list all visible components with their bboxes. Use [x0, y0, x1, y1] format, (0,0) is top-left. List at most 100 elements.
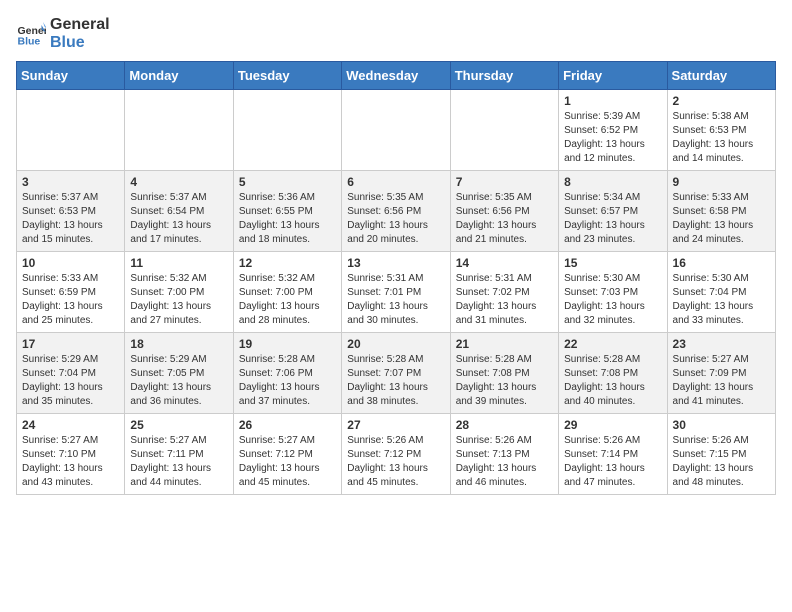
- calendar-day-cell: 11 Sunrise: 5:32 AM Sunset: 7:00 PM Dayli…: [125, 252, 233, 333]
- day-number: 20: [347, 337, 444, 351]
- day-info: Sunrise: 5:30 AM Sunset: 7:04 PM Dayligh…: [673, 272, 770, 328]
- weekday-header-cell: Friday: [559, 62, 667, 90]
- day-number: 2: [673, 94, 770, 108]
- logo-icon: General Blue: [16, 19, 46, 49]
- day-number: 30: [673, 418, 770, 432]
- calendar-day-cell: 5Sunrise: 5:36 AM Sunset: 6:55 PM Daylig…: [233, 171, 341, 252]
- calendar-week-row: 24 Sunrise: 5:27 AM Sunset: 7:10 PM Dayli…: [17, 414, 776, 495]
- calendar-day-cell: 23 Sunrise: 5:27 AM Sunset: 7:09 PM Dayli…: [667, 333, 775, 414]
- calendar-day-cell: 28Sunrise: 5:26 AM Sunset: 7:13 PM Dayli…: [450, 414, 558, 495]
- day-number: 17: [22, 337, 119, 351]
- day-info: Sunrise: 5:33 AM Sunset: 6:58 PM Dayligh…: [673, 191, 770, 247]
- calendar-day-cell: [233, 90, 341, 171]
- calendar-day-cell: 2 Sunrise: 5:38 AM Sunset: 6:53 PM Daylig…: [667, 90, 775, 171]
- calendar-day-cell: 22 Sunrise: 5:28 AM Sunset: 7:08 PM Dayli…: [559, 333, 667, 414]
- logo-general-text: General: [50, 16, 110, 34]
- day-info: Sunrise: 5:34 AM Sunset: 6:57 PM Dayligh…: [564, 191, 661, 247]
- day-info: Sunrise: 5:35 AM Sunset: 6:56 PM Dayligh…: [347, 191, 444, 247]
- day-number: 1: [564, 94, 661, 108]
- calendar-day-cell: 3 Sunrise: 5:37 AM Sunset: 6:53 PM Daylig…: [17, 171, 125, 252]
- svg-text:Blue: Blue: [18, 35, 41, 47]
- day-info: Sunrise: 5:26 AM Sunset: 7:15 PM Dayligh…: [673, 434, 770, 490]
- day-info: Sunrise: 5:31 AM Sunset: 7:01 PM Dayligh…: [347, 272, 444, 328]
- calendar-day-cell: 9Sunrise: 5:33 AM Sunset: 6:58 PM Daylig…: [667, 171, 775, 252]
- calendar-day-cell: 25Sunrise: 5:27 AM Sunset: 7:11 PM Dayli…: [125, 414, 233, 495]
- day-number: 3: [22, 175, 119, 189]
- day-number: 19: [239, 337, 336, 351]
- weekday-header-cell: Monday: [125, 62, 233, 90]
- day-info: Sunrise: 5:28 AM Sunset: 7:07 PM Dayligh…: [347, 353, 444, 409]
- calendar-day-cell: 7 Sunrise: 5:35 AM Sunset: 6:56 PM Daylig…: [450, 171, 558, 252]
- calendar-day-cell: 19 Sunrise: 5:28 AM Sunset: 7:06 PM Dayli…: [233, 333, 341, 414]
- calendar-week-row: 10 Sunrise: 5:33 AM Sunset: 6:59 PM Dayli…: [17, 252, 776, 333]
- calendar-day-cell: 29 Sunrise: 5:26 AM Sunset: 7:14 PM Dayli…: [559, 414, 667, 495]
- calendar-day-cell: 12Sunrise: 5:32 AM Sunset: 7:00 PM Dayli…: [233, 252, 341, 333]
- day-number: 27: [347, 418, 444, 432]
- day-info: Sunrise: 5:31 AM Sunset: 7:02 PM Dayligh…: [456, 272, 553, 328]
- day-number: 23: [673, 337, 770, 351]
- day-info: Sunrise: 5:27 AM Sunset: 7:12 PM Dayligh…: [239, 434, 336, 490]
- day-info: Sunrise: 5:32 AM Sunset: 7:00 PM Dayligh…: [130, 272, 227, 328]
- day-info: Sunrise: 5:36 AM Sunset: 6:55 PM Dayligh…: [239, 191, 336, 247]
- calendar-day-cell: 13Sunrise: 5:31 AM Sunset: 7:01 PM Dayli…: [342, 252, 450, 333]
- logo-blue-text: Blue: [50, 34, 110, 52]
- day-info: Sunrise: 5:28 AM Sunset: 7:08 PM Dayligh…: [456, 353, 553, 409]
- day-number: 10: [22, 256, 119, 270]
- calendar-body: 1 Sunrise: 5:39 AM Sunset: 6:52 PM Daylig…: [17, 90, 776, 495]
- weekday-header-cell: Saturday: [667, 62, 775, 90]
- day-number: 22: [564, 337, 661, 351]
- logo: General Blue General Blue: [16, 16, 110, 51]
- day-info: Sunrise: 5:37 AM Sunset: 6:53 PM Dayligh…: [22, 191, 119, 247]
- day-number: 15: [564, 256, 661, 270]
- calendar-day-cell: 14 Sunrise: 5:31 AM Sunset: 7:02 PM Dayli…: [450, 252, 558, 333]
- day-number: 7: [456, 175, 553, 189]
- day-info: Sunrise: 5:28 AM Sunset: 7:06 PM Dayligh…: [239, 353, 336, 409]
- calendar-day-cell: 17 Sunrise: 5:29 AM Sunset: 7:04 PM Dayli…: [17, 333, 125, 414]
- day-info: Sunrise: 5:26 AM Sunset: 7:14 PM Dayligh…: [564, 434, 661, 490]
- calendar-day-cell: 30 Sunrise: 5:26 AM Sunset: 7:15 PM Dayli…: [667, 414, 775, 495]
- day-number: 21: [456, 337, 553, 351]
- calendar-day-cell: 27 Sunrise: 5:26 AM Sunset: 7:12 PM Dayli…: [342, 414, 450, 495]
- day-number: 16: [673, 256, 770, 270]
- calendar-day-cell: 26Sunrise: 5:27 AM Sunset: 7:12 PM Dayli…: [233, 414, 341, 495]
- day-number: 24: [22, 418, 119, 432]
- calendar-table: SundayMondayTuesdayWednesdayThursdayFrid…: [16, 61, 776, 495]
- day-info: Sunrise: 5:27 AM Sunset: 7:10 PM Dayligh…: [22, 434, 119, 490]
- day-info: Sunrise: 5:33 AM Sunset: 6:59 PM Dayligh…: [22, 272, 119, 328]
- day-info: Sunrise: 5:26 AM Sunset: 7:12 PM Dayligh…: [347, 434, 444, 490]
- calendar-day-cell: 24 Sunrise: 5:27 AM Sunset: 7:10 PM Dayli…: [17, 414, 125, 495]
- calendar-day-cell: 16 Sunrise: 5:30 AM Sunset: 7:04 PM Dayli…: [667, 252, 775, 333]
- calendar-day-cell: 4Sunrise: 5:37 AM Sunset: 6:54 PM Daylig…: [125, 171, 233, 252]
- calendar-day-cell: 10 Sunrise: 5:33 AM Sunset: 6:59 PM Dayli…: [17, 252, 125, 333]
- calendar-week-row: 17 Sunrise: 5:29 AM Sunset: 7:04 PM Dayli…: [17, 333, 776, 414]
- calendar-day-cell: 21 Sunrise: 5:28 AM Sunset: 7:08 PM Dayli…: [450, 333, 558, 414]
- day-number: 8: [564, 175, 661, 189]
- calendar-week-row: 3 Sunrise: 5:37 AM Sunset: 6:53 PM Daylig…: [17, 171, 776, 252]
- day-info: Sunrise: 5:39 AM Sunset: 6:52 PM Dayligh…: [564, 110, 661, 166]
- weekday-header-cell: Wednesday: [342, 62, 450, 90]
- day-info: Sunrise: 5:35 AM Sunset: 6:56 PM Dayligh…: [456, 191, 553, 247]
- day-number: 29: [564, 418, 661, 432]
- day-info: Sunrise: 5:38 AM Sunset: 6:53 PM Dayligh…: [673, 110, 770, 166]
- day-info: Sunrise: 5:37 AM Sunset: 6:54 PM Dayligh…: [130, 191, 227, 247]
- weekday-header-cell: Thursday: [450, 62, 558, 90]
- day-number: 14: [456, 256, 553, 270]
- day-number: 11: [130, 256, 227, 270]
- day-info: Sunrise: 5:27 AM Sunset: 7:09 PM Dayligh…: [673, 353, 770, 409]
- calendar-day-cell: 20 Sunrise: 5:28 AM Sunset: 7:07 PM Dayli…: [342, 333, 450, 414]
- day-info: Sunrise: 5:29 AM Sunset: 7:04 PM Dayligh…: [22, 353, 119, 409]
- day-info: Sunrise: 5:32 AM Sunset: 7:00 PM Dayligh…: [239, 272, 336, 328]
- calendar-day-cell: [125, 90, 233, 171]
- calendar-day-cell: 8 Sunrise: 5:34 AM Sunset: 6:57 PM Daylig…: [559, 171, 667, 252]
- day-number: 18: [130, 337, 227, 351]
- calendar-day-cell: 1 Sunrise: 5:39 AM Sunset: 6:52 PM Daylig…: [559, 90, 667, 171]
- calendar-day-cell: [450, 90, 558, 171]
- day-info: Sunrise: 5:27 AM Sunset: 7:11 PM Dayligh…: [130, 434, 227, 490]
- weekday-header-cell: Sunday: [17, 62, 125, 90]
- day-number: 6: [347, 175, 444, 189]
- calendar-day-cell: [342, 90, 450, 171]
- calendar-day-cell: 6 Sunrise: 5:35 AM Sunset: 6:56 PM Daylig…: [342, 171, 450, 252]
- page-header: General Blue General Blue: [16, 16, 776, 51]
- day-info: Sunrise: 5:28 AM Sunset: 7:08 PM Dayligh…: [564, 353, 661, 409]
- calendar-day-cell: 15Sunrise: 5:30 AM Sunset: 7:03 PM Dayli…: [559, 252, 667, 333]
